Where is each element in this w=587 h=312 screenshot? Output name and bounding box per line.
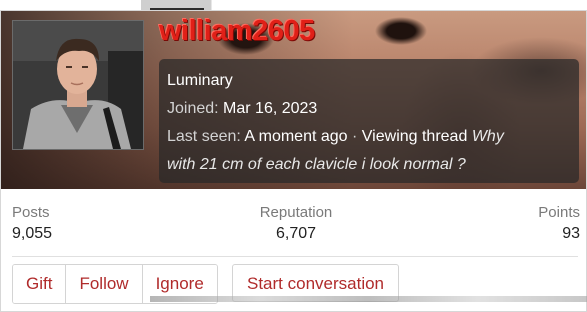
stat-posts-value: 9,055 bbox=[12, 225, 53, 242]
thread-link-line1[interactable]: Why bbox=[472, 128, 504, 145]
stat-reputation-label: Reputation bbox=[259, 204, 333, 221]
background-page-strip-bottom bbox=[150, 296, 587, 302]
last-seen-row: Last seen: A moment ago · Viewing thread… bbox=[167, 124, 571, 152]
avatar[interactable] bbox=[12, 20, 144, 150]
member-tooltip-card: william2605 Luminary Joined: Mar 16, 202… bbox=[0, 10, 587, 312]
thread-link-line2[interactable]: with 21 cm of each clavicle i look norma… bbox=[167, 156, 466, 173]
member-info-box: Luminary Joined: Mar 16, 2023 Last seen:… bbox=[159, 59, 579, 183]
username-link[interactable]: william2605 bbox=[159, 15, 315, 48]
stat-posts-label: Posts bbox=[12, 204, 50, 221]
user-title: Luminary bbox=[167, 72, 233, 89]
joined-label: Joined: bbox=[167, 100, 219, 117]
stat-posts[interactable]: Posts 9,055 bbox=[12, 203, 52, 245]
activity-label: Viewing thread bbox=[361, 128, 468, 145]
last-seen-label: Last seen: bbox=[167, 128, 241, 145]
gift-button[interactable]: Gift bbox=[13, 265, 67, 303]
stat-points[interactable]: Points 93 bbox=[538, 203, 580, 245]
stat-reputation-value: 6,707 bbox=[275, 225, 317, 242]
thread-title-row: with 21 cm of each clavicle i look norma… bbox=[167, 152, 571, 180]
member-stats: Posts 9,055 Reputation 6,707 Points 93 bbox=[1, 189, 586, 255]
joined-row: Joined: Mar 16, 2023 bbox=[167, 96, 571, 124]
follow-button[interactable]: Follow bbox=[66, 265, 143, 303]
stats-divider bbox=[12, 256, 578, 257]
stat-points-value: 93 bbox=[562, 225, 580, 242]
stat-reputation: Reputation 6,707 bbox=[256, 203, 336, 245]
stat-points-label: Points bbox=[538, 204, 580, 221]
last-seen-value: A moment ago bbox=[244, 128, 348, 145]
separator-dot: · bbox=[352, 128, 358, 145]
joined-date: Mar 16, 2023 bbox=[223, 100, 318, 117]
background-page-strip bbox=[0, 0, 587, 10]
